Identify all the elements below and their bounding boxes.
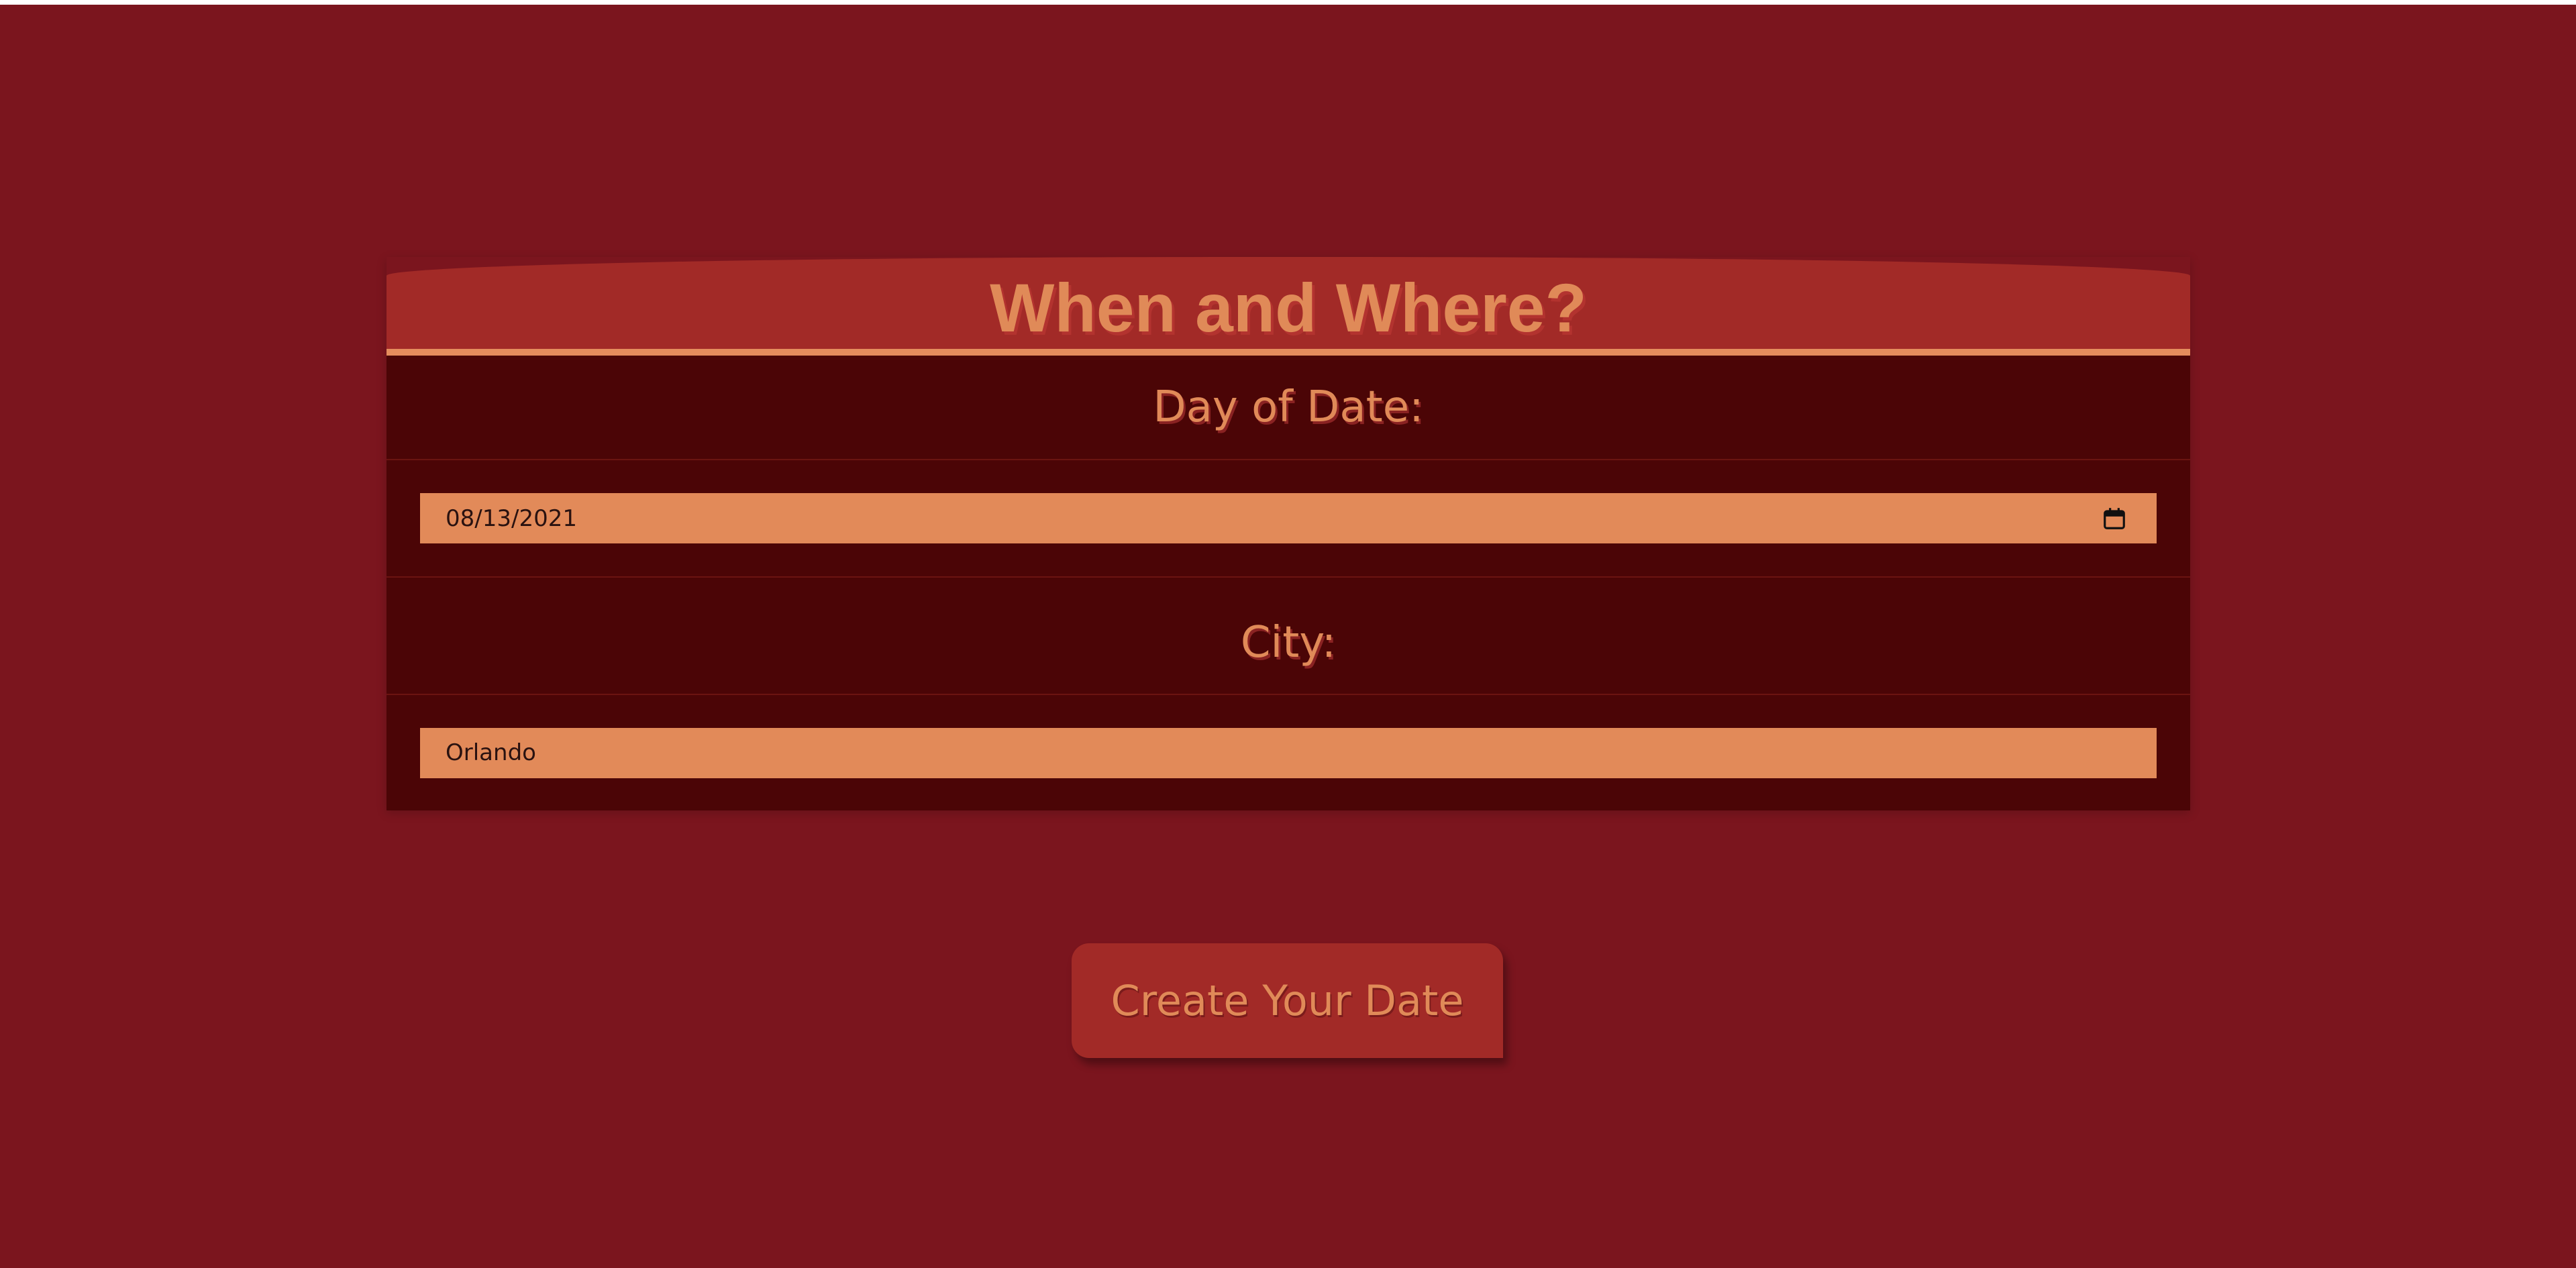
date-input-row: 08/13/2021	[387, 460, 2190, 578]
city-input[interactable]: Orlando	[420, 727, 2157, 778]
city-input-value: Orlando	[446, 739, 536, 766]
date-input[interactable]: 08/13/2021	[420, 493, 2157, 543]
card-body: Day of Date: 08/13/2021 City: Orlando	[387, 356, 2190, 810]
card-title: When and Where?	[990, 269, 1587, 346]
date-input-value: 08/13/2021	[446, 505, 577, 532]
top-strip	[0, 0, 2576, 5]
create-date-button-label: Create Your Date	[1111, 976, 1464, 1025]
city-input-row: Orlando	[387, 695, 2190, 810]
date-label-row: Day of Date:	[387, 356, 2190, 460]
city-label: City:	[1240, 617, 1337, 668]
when-where-card: When and Where? Day of Date: 08/13/2021 …	[387, 257, 2190, 810]
city-label-row: City:	[387, 578, 2190, 695]
calendar-icon[interactable]	[2102, 506, 2127, 531]
card-header: When and Where?	[387, 257, 2190, 356]
date-label: Day of Date:	[1153, 382, 1424, 432]
create-date-button[interactable]: Create Your Date	[1072, 943, 1503, 1058]
